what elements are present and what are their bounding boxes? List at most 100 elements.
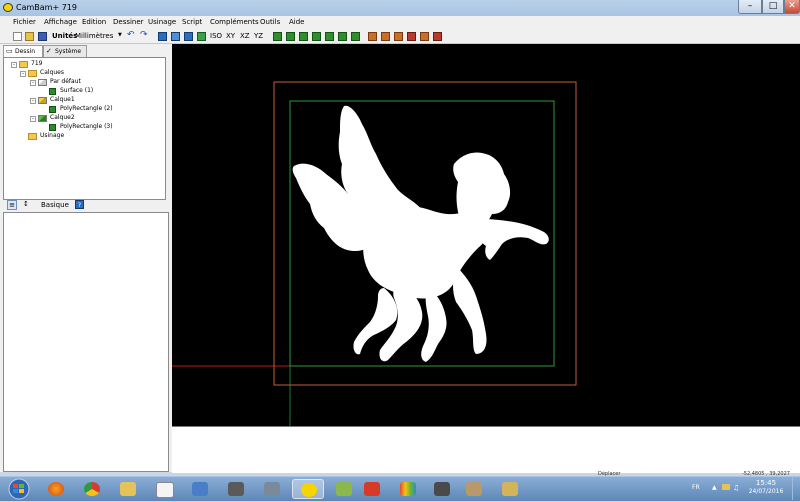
tool-icon: [228, 482, 244, 496]
taskbar: [0, 476, 800, 501]
tree-layer2[interactable]: Calque2: [50, 114, 75, 122]
collapse-toggle[interactable]: –: [30, 98, 36, 104]
tab-dessin[interactable]: ▭ Dessin: [3, 45, 43, 57]
properties-grid[interactable]: [3, 212, 169, 472]
taskbar-app-12[interactable]: [426, 479, 458, 499]
pegasus-silhouette[interactable]: [292, 105, 549, 362]
machining-profile-icon[interactable]: [368, 32, 377, 41]
units-select[interactable]: Millimètres: [75, 32, 120, 40]
drawing-canvas[interactable]: [172, 44, 800, 426]
menu-complements[interactable]: Compléments: [210, 18, 259, 26]
generate-gcode-icon[interactable]: [433, 32, 442, 41]
view-xz-button[interactable]: XZ: [240, 32, 250, 40]
app-icon: [364, 482, 380, 496]
tray-arrow-icon[interactable]: ▲: [712, 484, 717, 491]
tree-root-719[interactable]: 719: [31, 60, 42, 68]
taskbar-firefox[interactable]: [40, 479, 72, 499]
collapse-toggle[interactable]: –: [30, 116, 36, 122]
language-indicator[interactable]: FR: [692, 484, 700, 491]
view-window-icon[interactable]: [184, 32, 193, 41]
menu-usinage[interactable]: Usinage: [148, 18, 176, 26]
tool-icon: [434, 482, 450, 496]
cambam-icon: [301, 483, 317, 497]
collapse-toggle[interactable]: –: [11, 62, 17, 68]
draw-line-icon[interactable]: [273, 32, 282, 41]
help-icon[interactable]: ?: [75, 200, 84, 209]
taskbar-app-14[interactable]: [494, 479, 526, 499]
clock-time[interactable]: 15:45: [746, 479, 786, 487]
taskbar-app-11[interactable]: [392, 479, 424, 499]
menu-aide[interactable]: Aide: [289, 18, 304, 26]
tab-systeme[interactable]: ✓ Système: [43, 45, 87, 57]
tray-flag-icon[interactable]: [722, 484, 730, 490]
show-desktop-button[interactable]: [792, 477, 800, 500]
layer-icon: [38, 97, 47, 104]
clock-date[interactable]: 24/07/2016: [742, 488, 790, 495]
start-button[interactable]: [2, 478, 36, 500]
folder-icon: [120, 482, 136, 496]
properties-toolbar: ≡ ↕ Basique ?: [3, 197, 169, 211]
machining-engrave-icon[interactable]: [407, 32, 416, 41]
maximize-button[interactable]: □: [762, 0, 784, 14]
main-toolbar: Unités Millimètres ▼ ↶ ↷ ISO XY XZ YZ: [0, 30, 800, 44]
cambam-logo-icon[interactable]: [3, 3, 13, 12]
tree-surface[interactable]: Surface (1): [60, 87, 93, 95]
taskbar-app-5[interactable]: [184, 479, 216, 499]
taskbar-app-6[interactable]: [220, 479, 252, 499]
tree-polyrectangle-3[interactable]: PolyRectangle (3): [60, 123, 113, 131]
view-3d-icon[interactable]: [197, 32, 206, 41]
categorized-icon[interactable]: ≡: [7, 200, 17, 210]
tree-machining[interactable]: Usinage: [40, 132, 64, 140]
machining-pocket-icon[interactable]: [381, 32, 390, 41]
menu-bar: Fichier Affichage Edition Dessiner Usina…: [0, 16, 800, 31]
collapse-toggle[interactable]: –: [30, 80, 36, 86]
taskbar-document[interactable]: [148, 479, 180, 499]
taskbar-explorer[interactable]: [112, 479, 144, 499]
tree-layer-default[interactable]: Par défaut: [50, 78, 81, 86]
redo-icon[interactable]: ↷: [140, 30, 148, 40]
menu-edition[interactable]: Edition: [82, 18, 106, 26]
view-fit-icon[interactable]: [158, 32, 167, 41]
menu-script[interactable]: Script: [182, 18, 202, 26]
draw-polyline-icon[interactable]: [338, 32, 347, 41]
view-yz-button[interactable]: YZ: [254, 32, 263, 40]
undo-icon[interactable]: ↶: [127, 30, 135, 40]
tree-polyrectangle-2[interactable]: PolyRectangle (2): [60, 105, 113, 113]
taskbar-app-7[interactable]: [256, 479, 288, 499]
tree-layer1[interactable]: Calque1: [50, 96, 75, 104]
app-icon: [192, 482, 208, 496]
machining-3d-icon[interactable]: [420, 32, 429, 41]
close-button[interactable]: ✕: [784, 0, 800, 14]
taskbar-chrome[interactable]: [76, 479, 108, 499]
collapse-toggle[interactable]: –: [20, 71, 26, 77]
new-file-icon[interactable]: [13, 32, 22, 41]
units-dropdown-icon[interactable]: ▼: [118, 32, 122, 38]
app-icon: [466, 482, 482, 496]
open-folder-icon[interactable]: [25, 32, 34, 41]
draw-circle-icon[interactable]: [299, 32, 308, 41]
view-xy-button[interactable]: XY: [226, 32, 235, 40]
volume-icon[interactable]: ♫: [733, 484, 739, 492]
taskbar-cambam[interactable]: [292, 479, 324, 499]
cube-icon: [264, 482, 280, 496]
message-console[interactable]: [172, 426, 800, 473]
draw-rectangle-icon[interactable]: [312, 32, 321, 41]
view-grid-icon[interactable]: [171, 32, 180, 41]
menu-fichier[interactable]: Fichier: [13, 18, 36, 26]
draw-point-icon[interactable]: [351, 32, 360, 41]
draw-text-icon[interactable]: [325, 32, 334, 41]
taskbar-app-10[interactable]: [356, 479, 388, 499]
basic-mode-button[interactable]: Basique: [41, 201, 69, 209]
view-iso-button[interactable]: ISO: [210, 32, 222, 40]
save-icon[interactable]: [38, 32, 47, 41]
menu-dessiner[interactable]: Dessiner: [113, 18, 144, 26]
menu-affichage[interactable]: Affichage: [44, 18, 77, 26]
minimize-button[interactable]: –: [738, 0, 762, 14]
machining-drill-icon[interactable]: [394, 32, 403, 41]
tree-layers[interactable]: Calques: [40, 69, 64, 77]
draw-arc-icon[interactable]: [286, 32, 295, 41]
sort-alpha-icon[interactable]: ↕: [23, 200, 29, 208]
taskbar-app-13[interactable]: [458, 479, 490, 499]
menu-outils[interactable]: Outils: [260, 18, 280, 26]
tab-dessin-label: Dessin: [15, 48, 36, 55]
